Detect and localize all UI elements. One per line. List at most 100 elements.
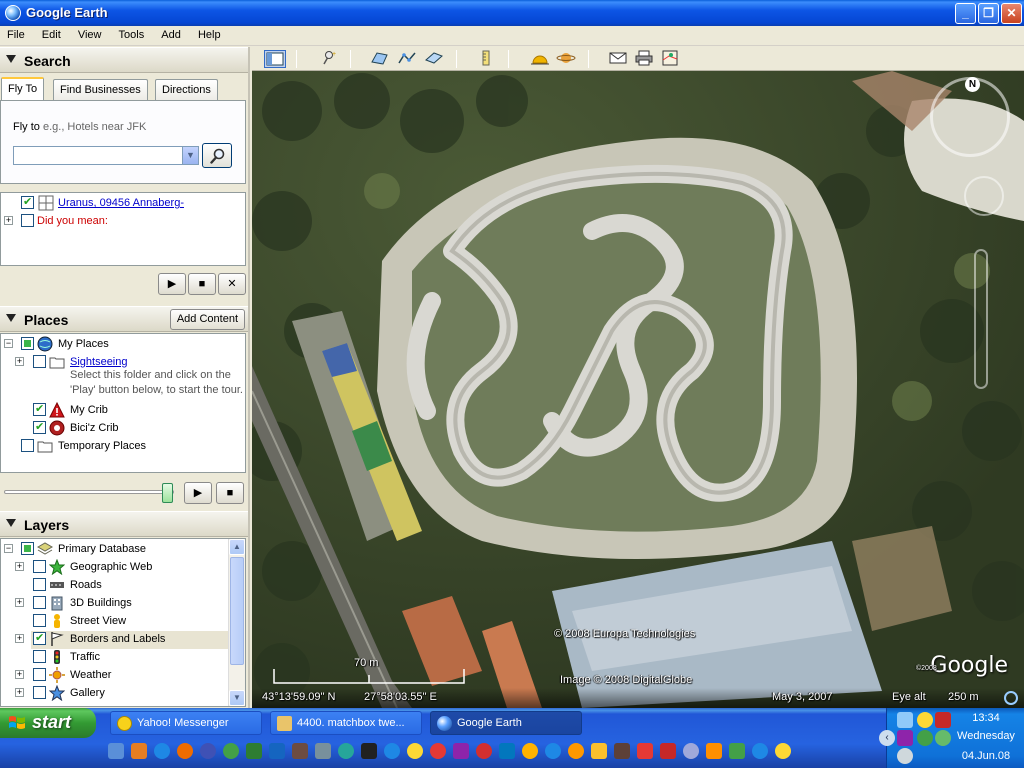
app-icon[interactable] bbox=[476, 743, 492, 759]
search-panel-header[interactable]: Search bbox=[0, 47, 248, 73]
clock-date[interactable]: 04.Jun.08 bbox=[951, 750, 1021, 762]
fly-to-input[interactable]: ▼ bbox=[13, 146, 199, 165]
tray-app-icon[interactable] bbox=[935, 730, 951, 746]
menu-edit[interactable]: Edit bbox=[35, 26, 68, 41]
view-in-maps-button[interactable] bbox=[660, 50, 682, 68]
app-icon[interactable] bbox=[361, 743, 377, 759]
menu-help[interactable]: Help bbox=[191, 26, 228, 41]
layer-borders-and-labels[interactable]: + Borders and Labels bbox=[1, 631, 229, 649]
start-button[interactable]: start bbox=[0, 708, 96, 738]
layer-checkbox[interactable] bbox=[33, 650, 46, 663]
tour-slider-track[interactable] bbox=[4, 490, 174, 494]
menu-file[interactable]: File bbox=[0, 26, 32, 41]
tray-app-icon[interactable] bbox=[897, 748, 913, 764]
app-icon[interactable] bbox=[384, 743, 400, 759]
tree-label[interactable]: Sightseeing bbox=[70, 356, 128, 368]
yahoo-smiley-icon[interactable] bbox=[775, 743, 791, 759]
expand-icon[interactable]: + bbox=[15, 562, 24, 571]
internet-explorer-icon[interactable] bbox=[154, 743, 170, 759]
app-icon[interactable] bbox=[292, 743, 308, 759]
places-checkbox[interactable] bbox=[33, 402, 46, 416]
tab-directions[interactable]: Directions bbox=[155, 79, 218, 101]
task-google-earth[interactable]: Google Earth bbox=[430, 711, 582, 735]
add-placemark-button[interactable]: + bbox=[318, 50, 340, 68]
scroll-up-icon[interactable]: ▲ bbox=[229, 539, 245, 555]
layer-gallery[interactable]: + Gallery bbox=[1, 685, 229, 703]
antivirus-icon[interactable] bbox=[935, 712, 951, 728]
zoom-slider[interactable] bbox=[974, 249, 988, 389]
layer-street-view[interactable]: Street View bbox=[1, 613, 229, 631]
layer-checkbox[interactable] bbox=[33, 596, 46, 609]
layers-panel-header[interactable]: Layers bbox=[0, 511, 248, 537]
search-button[interactable] bbox=[202, 143, 232, 168]
clear-button[interactable]: ✕ bbox=[218, 273, 246, 295]
list-item[interactable]: Uranus, 09456 Annaberg- bbox=[1, 195, 241, 213]
show-desktop-icon[interactable] bbox=[108, 743, 124, 759]
result-label[interactable]: Uranus, 09456 Annaberg- bbox=[58, 197, 184, 209]
firefox-icon[interactable] bbox=[177, 743, 193, 759]
layer-geographic-web[interactable]: + Geographic Web bbox=[1, 559, 229, 577]
app-icon[interactable] bbox=[407, 743, 423, 759]
layer-checkbox[interactable] bbox=[21, 542, 34, 555]
places-checkbox[interactable] bbox=[21, 337, 34, 350]
add-path-button[interactable] bbox=[397, 50, 419, 68]
pan-control[interactable] bbox=[964, 176, 1004, 216]
app-icon[interactable] bbox=[660, 743, 676, 759]
app-icon[interactable] bbox=[131, 743, 147, 759]
result-checkbox[interactable] bbox=[21, 214, 34, 227]
scroll-thumb[interactable] bbox=[230, 557, 244, 665]
app-icon[interactable] bbox=[269, 743, 285, 759]
app-icon[interactable] bbox=[637, 743, 653, 759]
app-icon[interactable] bbox=[729, 743, 745, 759]
tree-item-my-crib[interactable]: My Crib bbox=[1, 402, 241, 420]
app-icon[interactable] bbox=[568, 743, 584, 759]
app-icon[interactable] bbox=[614, 743, 630, 759]
result-checkbox[interactable] bbox=[21, 195, 34, 209]
ruler-button[interactable] bbox=[476, 50, 498, 68]
layer-checkbox[interactable] bbox=[33, 578, 46, 591]
app-icon[interactable] bbox=[545, 743, 561, 759]
layers-scrollbar[interactable]: ▲ ▼ bbox=[228, 539, 245, 706]
app-icon[interactable] bbox=[246, 743, 262, 759]
layer-checkbox[interactable] bbox=[33, 668, 46, 681]
menu-view[interactable]: View bbox=[71, 26, 109, 41]
close-button[interactable]: ✕ bbox=[1001, 3, 1022, 24]
app-icon[interactable] bbox=[683, 743, 699, 759]
menu-add[interactable]: Add bbox=[154, 26, 188, 41]
add-polygon-button[interactable] bbox=[370, 50, 392, 68]
sky-button[interactable] bbox=[556, 50, 578, 68]
clock-day[interactable]: Wednesday bbox=[951, 730, 1021, 742]
yahoo-tray-icon[interactable] bbox=[917, 712, 933, 728]
places-checkbox[interactable] bbox=[21, 439, 34, 452]
expand-icon[interactable]: + bbox=[15, 670, 24, 679]
places-stop-button[interactable]: ■ bbox=[216, 482, 244, 504]
places-play-button[interactable]: ▶ bbox=[184, 482, 212, 504]
app-icon[interactable] bbox=[706, 743, 722, 759]
stop-button[interactable]: ■ bbox=[188, 273, 216, 295]
expand-icon[interactable]: + bbox=[15, 598, 24, 607]
scroll-down-icon[interactable]: ▼ bbox=[229, 690, 245, 706]
sidebar-toggle-button[interactable] bbox=[264, 50, 286, 68]
clock-time[interactable]: 13:34 bbox=[951, 712, 1021, 724]
minimize-button[interactable]: _ bbox=[955, 3, 976, 24]
layer-roads[interactable]: Roads bbox=[1, 577, 229, 595]
sunlight-button[interactable] bbox=[530, 50, 552, 68]
expand-icon[interactable]: + bbox=[15, 357, 24, 366]
task-matchbox[interactable]: 4400. matchbox twe... bbox=[270, 711, 422, 735]
collapse-icon[interactable]: − bbox=[4, 544, 13, 553]
app-icon[interactable] bbox=[315, 743, 331, 759]
list-item[interactable]: + Did you mean: bbox=[1, 213, 241, 231]
layer-checkbox[interactable] bbox=[33, 631, 46, 645]
tree-item-my-places[interactable]: − My Places bbox=[1, 336, 241, 354]
network-icon[interactable] bbox=[897, 712, 913, 728]
places-checkbox[interactable] bbox=[33, 420, 46, 434]
tree-item-temporary-places[interactable]: Temporary Places bbox=[1, 438, 241, 456]
places-checkbox[interactable] bbox=[33, 355, 46, 368]
layer-checkbox[interactable] bbox=[33, 560, 46, 573]
north-indicator[interactable]: N bbox=[965, 77, 980, 92]
map-view[interactable]: N © 2008 Europa Technologies Image © 200… bbox=[252, 71, 1024, 708]
app-icon[interactable] bbox=[522, 743, 538, 759]
layer-checkbox[interactable] bbox=[33, 686, 46, 699]
app-icon[interactable] bbox=[430, 743, 446, 759]
tab-fly-to[interactable]: Fly To bbox=[1, 77, 45, 101]
